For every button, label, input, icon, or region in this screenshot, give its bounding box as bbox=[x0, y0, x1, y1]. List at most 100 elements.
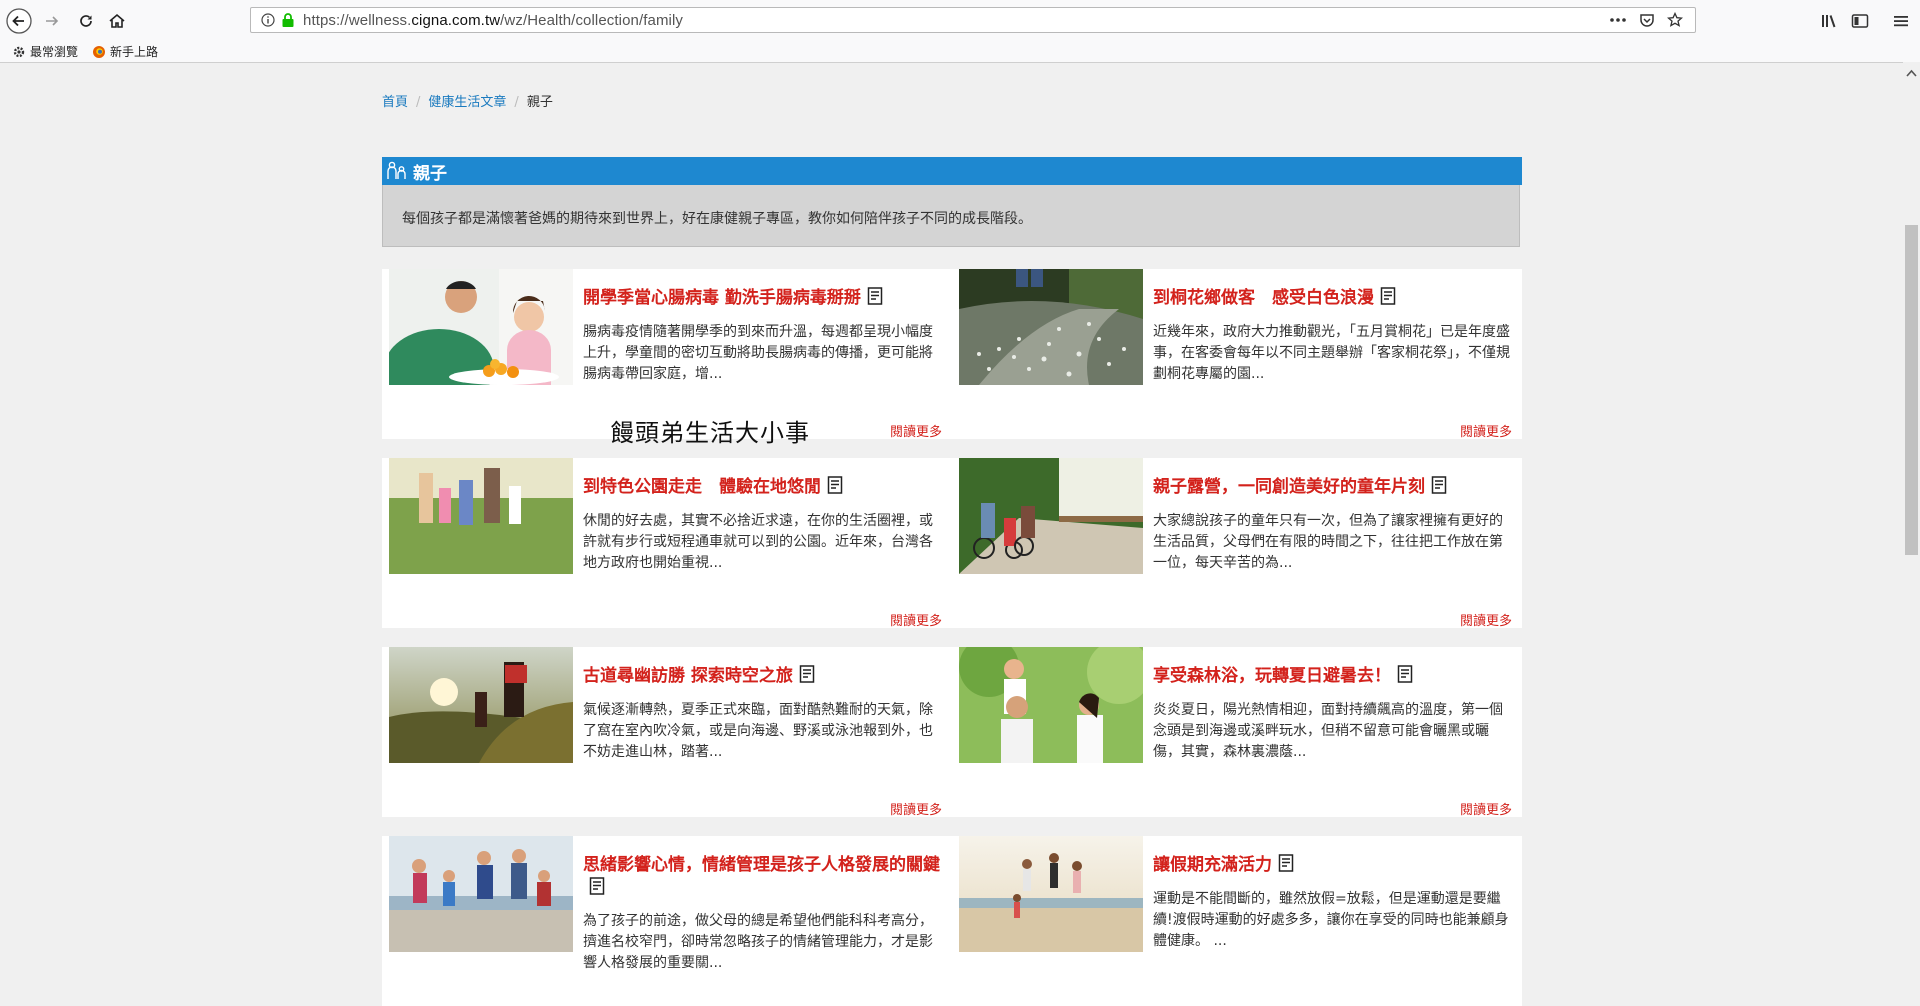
bookmark-star-icon[interactable] bbox=[1667, 12, 1683, 28]
back-button[interactable] bbox=[5, 7, 33, 35]
url-path: /wz/Health/collection/family bbox=[500, 12, 684, 29]
article-thumbnail[interactable] bbox=[389, 458, 573, 574]
family-jumping-beach-image bbox=[959, 836, 1143, 952]
category-title: 親子 bbox=[413, 163, 447, 184]
bookmark-getting-started[interactable]: 新手上路 bbox=[92, 43, 158, 60]
document-icon bbox=[1278, 854, 1294, 872]
article-title-text: 思緒影響心情，情緒管理是孩子人格發展的關鍵 bbox=[583, 855, 940, 875]
home-icon bbox=[109, 13, 125, 28]
address-bar[interactable]: https://wellness.cigna.com.tw/wz/Health/… bbox=[250, 7, 1696, 33]
article-excerpt: 近幾年來，政府大力推動觀光，「五月賞桐花」已是年度盛事，在客委會每年以不同主題舉… bbox=[1153, 324, 1510, 382]
url-domain: cigna.com.tw bbox=[411, 12, 501, 29]
read-more-link[interactable]: 閱讀更多 bbox=[890, 610, 942, 629]
article-thumbnail[interactable] bbox=[959, 647, 1143, 763]
article-title-text: 親子露營，一同創造美好的童年片刻 bbox=[1153, 477, 1425, 497]
article-title[interactable]: 到桐花鄉做客 感受白色浪漫 bbox=[1153, 287, 1511, 310]
breadcrumb-separator: / bbox=[514, 95, 519, 110]
reload-button[interactable] bbox=[72, 7, 100, 35]
article-card: 到特色公園走走 體驗在地悠閒 休閒的好去處，其實不必捨近求遠，在你的生活圈裡，或… bbox=[382, 458, 952, 629]
home-button[interactable] bbox=[103, 7, 131, 35]
article-card: 思緒影響心情，情緒管理是孩子人格發展的關鍵 為了孩子的前途，做父母的總是希望他們… bbox=[382, 836, 952, 1006]
reload-icon bbox=[80, 15, 92, 27]
article-thumbnail[interactable] bbox=[389, 647, 573, 763]
family-cycling-image bbox=[959, 458, 1143, 574]
document-icon bbox=[1431, 476, 1447, 494]
library-button[interactable] bbox=[1820, 12, 1840, 30]
scroll-up-arrow-icon[interactable] bbox=[1905, 68, 1918, 78]
article-thumbnail[interactable] bbox=[959, 458, 1143, 574]
parent-child-icon bbox=[387, 161, 406, 179]
article-thumbnail[interactable] bbox=[959, 269, 1143, 385]
family-walking-park-image bbox=[389, 458, 573, 574]
url-text[interactable]: https://wellness.cigna.com.tw/wz/Health/… bbox=[303, 12, 683, 29]
read-more-link[interactable]: 閱讀更多 bbox=[890, 799, 942, 818]
article-title[interactable]: 開學季當心腸病毒 勤洗手腸病毒掰掰 bbox=[583, 287, 941, 310]
article-title[interactable]: 古道尋幽訪勝 探索時空之旅 bbox=[583, 665, 941, 688]
document-icon bbox=[799, 665, 815, 683]
family-forest-image bbox=[959, 647, 1143, 763]
tung-blossom-path-image bbox=[959, 269, 1143, 385]
scrollbar-thumb[interactable] bbox=[1905, 225, 1918, 555]
article-row: 到特色公園走走 體驗在地悠閒 休閒的好去處，其實不必捨近求遠，在你的生活圈裡，或… bbox=[382, 458, 1522, 629]
pocket-icon[interactable] bbox=[1639, 12, 1655, 28]
article-title-text: 到桐花鄉做客 感受白色浪漫 bbox=[1153, 288, 1374, 308]
article-title[interactable]: 讓假期充滿活力 bbox=[1153, 854, 1511, 877]
read-more-link[interactable]: 閱讀更多 bbox=[1460, 799, 1512, 818]
article-title-text: 到特色公園走走 體驗在地悠閒 bbox=[583, 477, 821, 497]
back-arrow-icon bbox=[6, 8, 32, 34]
article-row: 古道尋幽訪勝 探索時空之旅 氣候逐漸轉熱，夏季正式來臨，面對酷熱難耐的天氣，除了… bbox=[382, 647, 1522, 818]
article-card: 到桐花鄉做客 感受白色浪漫 近幾年來，政府大力推動觀光，「五月賞桐花」已是年度盛… bbox=[952, 269, 1522, 440]
hikers-sunset-image bbox=[389, 647, 573, 763]
breadcrumb: 首頁 / 健康生活文章 / 親子 bbox=[382, 91, 553, 110]
read-more-link[interactable]: 閱讀更多 bbox=[1460, 421, 1512, 440]
document-icon bbox=[827, 476, 843, 494]
category-header: 親子 bbox=[382, 157, 1522, 185]
article-thumbnail[interactable] bbox=[389, 836, 573, 952]
article-thumbnail[interactable] bbox=[959, 836, 1143, 952]
breadcrumb-home[interactable]: 首頁 bbox=[382, 95, 408, 110]
info-icon[interactable] bbox=[261, 13, 275, 27]
article-excerpt: 休閒的好去處，其實不必捨近求遠，在你的生活圈裡，或許就有步行或短程通車就可以到的… bbox=[583, 513, 933, 571]
article-thumbnail[interactable] bbox=[389, 269, 573, 385]
forward-button[interactable] bbox=[38, 7, 66, 35]
document-icon bbox=[1397, 665, 1413, 683]
article-title[interactable]: 到特色公園走走 體驗在地悠閒 bbox=[583, 476, 941, 499]
article-title[interactable]: 享受森林浴，玩轉夏日避暑去！ bbox=[1153, 665, 1511, 688]
document-icon bbox=[1380, 287, 1396, 305]
browser-chrome: https://wellness.cigna.com.tw/wz/Health/… bbox=[0, 0, 1920, 63]
document-icon bbox=[589, 877, 605, 895]
article-title-text: 享受森林浴，玩轉夏日避暑去！ bbox=[1153, 666, 1391, 686]
read-more-link[interactable]: 閱讀更多 bbox=[890, 421, 942, 440]
article-title-text: 古道尋幽訪勝 探索時空之旅 bbox=[583, 666, 793, 686]
bookmark-most-visited[interactable]: 最常瀏覽 bbox=[12, 43, 78, 60]
article-excerpt: 大家總說孩子的童年只有一次，但為了讓家裡擁有更好的生活品質，父母們在有限的時間之… bbox=[1153, 513, 1503, 571]
gear-icon bbox=[13, 46, 25, 57]
article-title-text: 讓假期充滿活力 bbox=[1153, 855, 1272, 875]
watermark-text: 饅頭弟生活大小事 bbox=[610, 419, 810, 447]
url-prefix: https://wellness. bbox=[303, 12, 412, 29]
read-more-link[interactable]: 閱讀更多 bbox=[1460, 610, 1512, 629]
family-running-beach-image bbox=[389, 836, 573, 952]
breadcrumb-section[interactable]: 健康生活文章 bbox=[428, 95, 506, 110]
firefox-icon bbox=[93, 45, 105, 58]
breadcrumb-current: 親子 bbox=[526, 95, 553, 110]
article-excerpt: 氣候逐漸轉熱，夏季正式來臨，面對酷熱難耐的天氣，除了窩在室內吹冷氣，或是向海邊、… bbox=[583, 702, 933, 760]
article-title[interactable]: 思緒影響心情，情緒管理是孩子人格發展的關鍵 bbox=[583, 854, 941, 900]
article-card: 親子露營，一同創造美好的童年片刻 大家總說孩子的童年只有一次，但為了讓家裡擁有更… bbox=[952, 458, 1522, 629]
bookmarks-toolbar: 最常瀏覽 新手上路 bbox=[0, 40, 1920, 62]
article-title[interactable]: 親子露營，一同創造美好的童年片刻 bbox=[1153, 476, 1511, 499]
article-row: 思緒影響心情，情緒管理是孩子人格發展的關鍵 為了孩子的前途，做父母的總是希望他們… bbox=[382, 836, 1522, 1006]
bookmark-label: 新手上路 bbox=[110, 45, 159, 59]
article-excerpt: 炎炎夏日，陽光熱情相迎，面對持續飆高的溫度，第一個念頭是到海邊或溪畔玩水，但稍不… bbox=[1153, 702, 1503, 760]
father-daughter-eating-image bbox=[389, 269, 573, 385]
article-card: 讓假期充滿活力 運動是不能間斷的，雖然放假=放鬆，但是運動還是要繼續!渡假時運動… bbox=[952, 836, 1522, 1006]
lock-icon[interactable] bbox=[281, 12, 295, 28]
document-icon bbox=[867, 287, 883, 305]
article-card: 古道尋幽訪勝 探索時空之旅 氣候逐漸轉熱，夏季正式來臨，面對酷熱難耐的天氣，除了… bbox=[382, 647, 952, 818]
category-description: 每個孩子都是滿懷著爸媽的期待來到世界上，好在康健親子專區，教你如何陪伴孩子不同的… bbox=[382, 185, 1520, 247]
library-icon bbox=[1822, 15, 1836, 28]
sidebar-button[interactable] bbox=[1850, 12, 1870, 30]
article-card: 享受森林浴，玩轉夏日避暑去！ 炎炎夏日，陽光熱情相迎，面對持續飆高的溫度，第一個… bbox=[952, 647, 1522, 818]
menu-button[interactable] bbox=[1891, 12, 1911, 30]
page-actions-icon[interactable] bbox=[1609, 17, 1627, 23]
